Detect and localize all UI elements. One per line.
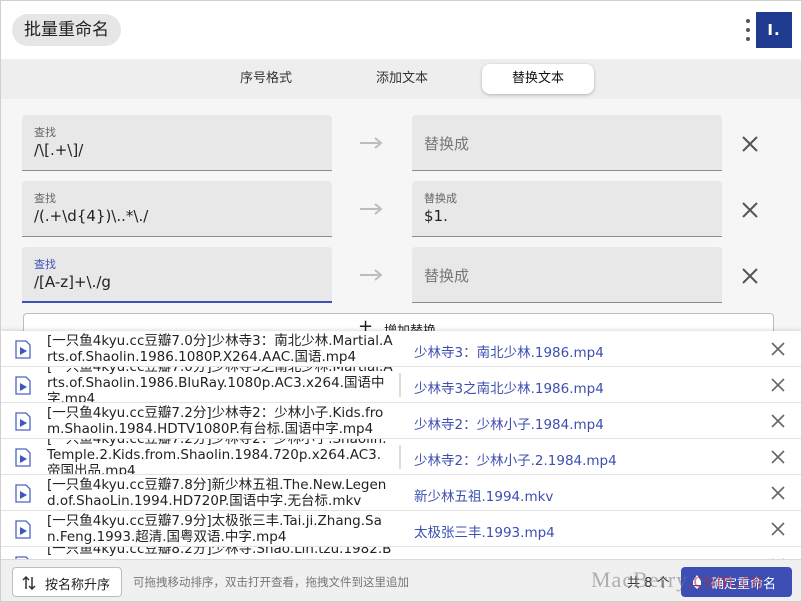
extension-icon[interactable]: I.	[756, 12, 792, 48]
find-label: 查找	[34, 258, 56, 271]
rocket-icon	[693, 575, 701, 589]
video-file-icon	[15, 484, 31, 503]
remove-rule-icon[interactable]	[741, 201, 759, 219]
file-row[interactable]: [一只鱼4kyu.cc豆瓣7.2分]少林寺2：少林小子.Shaolin.Temp…	[1, 439, 801, 475]
remove-file-icon[interactable]	[771, 450, 785, 464]
header: 批量重命名 I.	[1, 1, 801, 59]
replace-field[interactable]: 替换成	[412, 115, 722, 171]
file-row[interactable]: [一只鱼4kyu.cc豆瓣8.2分]少林寺.Shao.Lin.tzu.1982.…	[1, 547, 801, 559]
remove-file-icon[interactable]	[771, 522, 785, 536]
replace-field[interactable]: 替换成	[412, 247, 722, 303]
tab-bar: 序号格式 添加文本 替换文本	[1, 59, 801, 99]
replace-placeholder: 替换成	[424, 267, 470, 285]
find-value: /(.+\d{4})\..*\./	[34, 207, 149, 225]
original-filename: [一只鱼4kyu.cc豆瓣7.9分]太极张三丰.Tai.ji.Zhang.San…	[47, 513, 382, 545]
arrow-right-icon	[360, 137, 383, 149]
new-filename: 新少林五祖.1994.mkv	[414, 489, 554, 505]
sort-button[interactable]: 按名称升序	[12, 567, 122, 597]
hint-text: 可拖拽移动排序，双击打开查看，拖拽文件到这里追加	[133, 575, 409, 589]
find-label: 查找	[34, 126, 56, 139]
confirm-rename-label: 确定重命名	[711, 577, 777, 592]
original-filename: [一只鱼4kyu.cc豆瓣7.0分]少林寺3之南北少林.Martial.Arts…	[47, 367, 393, 403]
file-row[interactable]: [一只鱼4kyu.cc豆瓣7.0分]少林寺3之南北少林.Martial.Arts…	[1, 367, 801, 403]
arrow-right-icon	[360, 203, 383, 215]
video-file-icon	[15, 340, 31, 359]
batch-rename-window: 批量重命名 I. 序号格式 添加文本 替换文本 查找 /\[.+\]/ 替换成 …	[0, 0, 802, 602]
file-list[interactable]: [一只鱼4kyu.cc豆瓣7.0分]少林寺3：南北少林.Martial.Arts…	[1, 331, 801, 559]
find-value: /\[.+\]/	[34, 141, 84, 159]
file-row[interactable]: [一只鱼4kyu.cc豆瓣7.2分]少林寺2：少林小子.Kids.from.Sh…	[1, 403, 801, 439]
replace-rules-panel: 查找 /\[.+\]/ 替换成 查找 /(.+\d{4})\..*\./ 替换成…	[1, 99, 801, 331]
tab-add-text[interactable]: 添加文本	[342, 64, 462, 94]
arrow-right-icon	[360, 269, 383, 281]
original-filename: [一只鱼4kyu.cc豆瓣7.0分]少林寺3：南北少林.Martial.Arts…	[47, 333, 393, 365]
file-row[interactable]: [一只鱼4kyu.cc豆瓣7.9分]太极张三丰.Tai.ji.Zhang.San…	[1, 511, 801, 547]
new-filename: 少林寺2：少林小子.2.1984.mp4	[414, 453, 617, 469]
replace-field[interactable]: 替换成 $1.	[412, 181, 722, 237]
new-filename: 太极张三丰.1993.mp4	[414, 525, 555, 541]
tab-sequence-format[interactable]: 序号格式	[206, 64, 326, 94]
original-filename: [一只鱼4kyu.cc豆瓣7.8分]新少林五祖.The.New.Legend.o…	[47, 477, 387, 509]
original-filename: [一只鱼4kyu.cc豆瓣7.2分]少林寺2：少林小子.Kids.from.Sh…	[47, 405, 384, 437]
video-file-icon	[15, 448, 31, 467]
find-value: /[A-z]+\./g	[34, 273, 111, 291]
file-count: 共 8 个	[627, 576, 670, 591]
find-label: 查找	[34, 192, 56, 205]
bottom-bar: 按名称升序 可拖拽移动排序，双击打开查看，拖拽文件到这里追加 共 8 个 确定重…	[1, 559, 801, 601]
more-options-icon[interactable]	[741, 18, 755, 42]
video-file-icon	[15, 376, 31, 395]
replace-placeholder: 替换成	[424, 135, 470, 153]
file-row[interactable]: [一只鱼4kyu.cc豆瓣7.0分]少林寺3：南北少林.Martial.Arts…	[1, 331, 801, 367]
video-file-icon	[15, 412, 31, 431]
drag-handle[interactable]	[399, 445, 401, 469]
remove-file-icon[interactable]	[771, 414, 785, 428]
tab-replace-text[interactable]: 替换文本	[482, 64, 594, 94]
remove-file-icon[interactable]	[771, 378, 785, 392]
new-filename: 少林寺2：少林小子.1984.mp4	[414, 417, 604, 433]
remove-rule-icon[interactable]	[741, 267, 759, 285]
replace-label: 替换成	[424, 192, 457, 205]
remove-rule-icon[interactable]	[741, 135, 759, 153]
video-file-icon	[15, 520, 31, 539]
sort-label: 按名称升序	[45, 578, 111, 593]
replace-value: $1.	[424, 207, 448, 225]
confirm-rename-button[interactable]: 确定重命名	[681, 567, 792, 597]
new-filename: 少林寺3：南北少林.1986.mp4	[414, 345, 604, 361]
find-field[interactable]: 查找 /\[.+\]/	[22, 115, 332, 171]
file-row[interactable]: [一只鱼4kyu.cc豆瓣7.8分]新少林五祖.The.New.Legend.o…	[1, 475, 801, 511]
find-field[interactable]: 查找 /(.+\d{4})\..*\./	[22, 181, 332, 237]
remove-file-icon[interactable]	[771, 342, 785, 356]
original-filename: [一只鱼4kyu.cc豆瓣8.2分]少林寺.Shao.Lin.tzu.1982.…	[47, 547, 392, 559]
original-filename: [一只鱼4kyu.cc豆瓣7.2分]少林寺2：少林小子.Shaolin.Temp…	[47, 439, 387, 475]
drag-handle[interactable]	[399, 373, 401, 397]
new-filename: 少林寺3之南北少林.1986.mp4	[414, 381, 604, 397]
page-title: 批量重命名	[12, 14, 121, 46]
sort-icon	[22, 575, 36, 591]
remove-file-icon[interactable]	[771, 486, 785, 500]
find-field[interactable]: 查找 /[A-z]+\./g	[22, 247, 332, 303]
